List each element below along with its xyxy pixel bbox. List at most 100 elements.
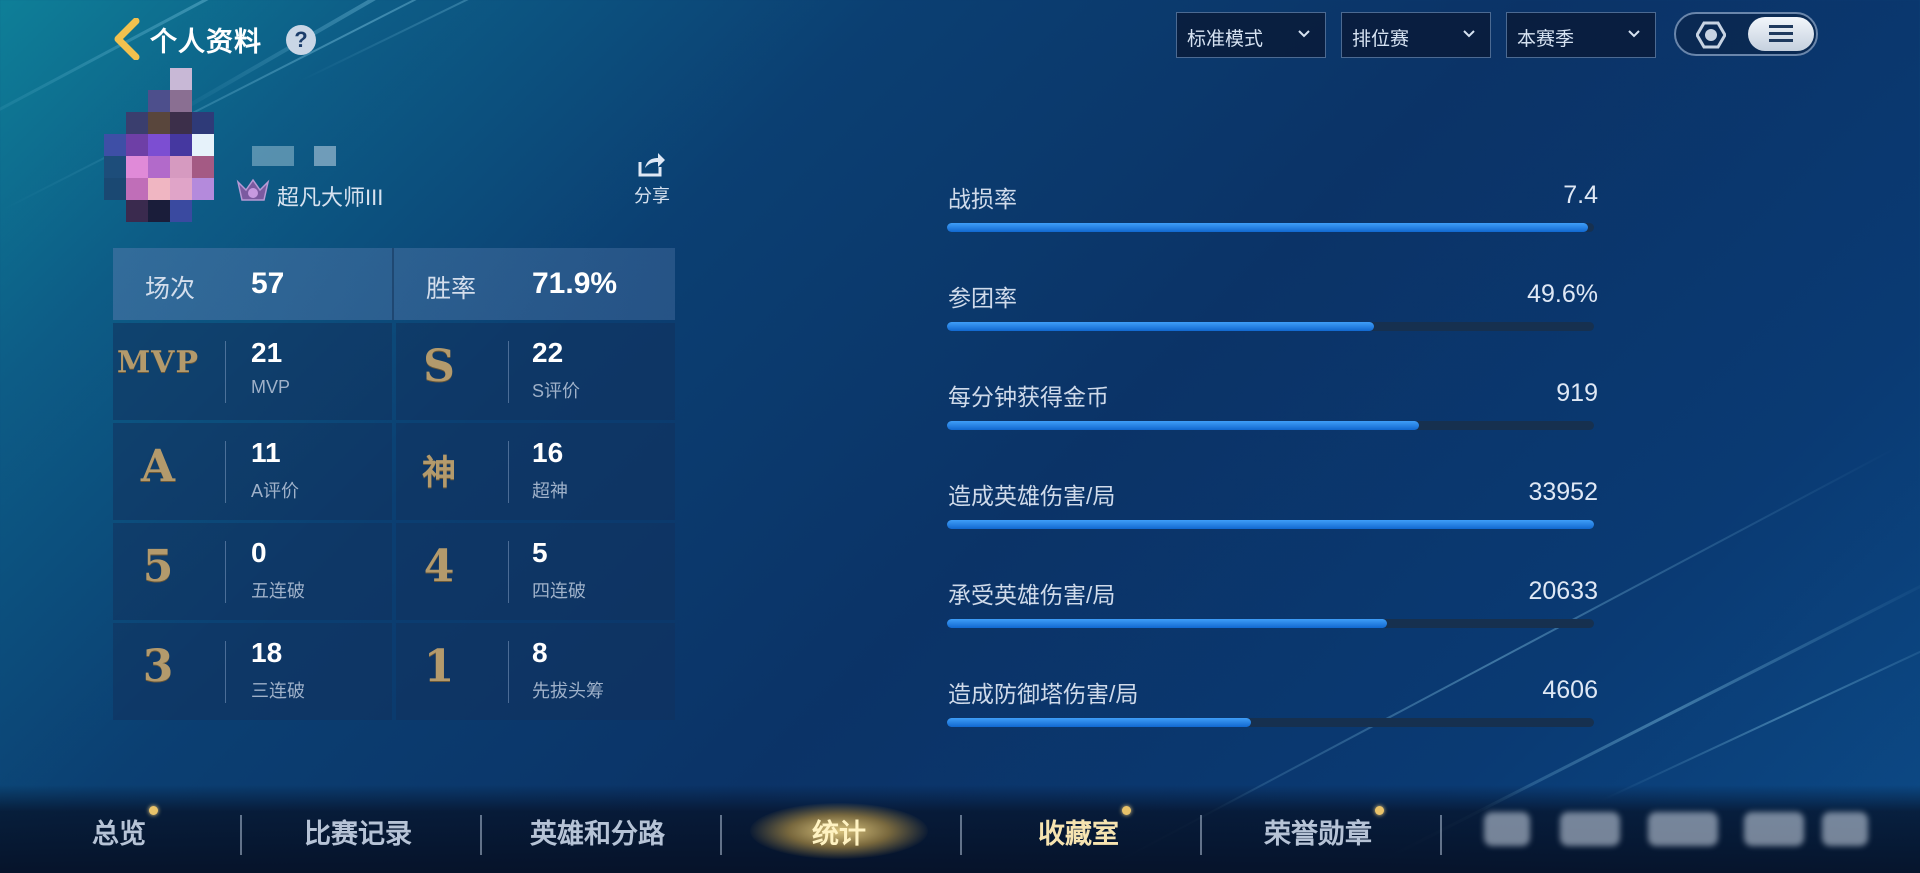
avatar[interactable] <box>104 68 236 232</box>
metric-value: 49.6% <box>1527 280 1598 308</box>
matches-label: 场次 <box>145 275 196 303</box>
rank-label: 超凡大师III <box>277 185 384 210</box>
metric-bar-fill <box>947 223 1588 232</box>
metric-label: 造成英雄伤害/局 <box>948 483 1116 509</box>
tab-heroes-lanes[interactable]: 英雄和分路 <box>530 812 665 851</box>
tab-label: 比赛记录 <box>304 819 412 849</box>
dropdown-label: 标准模式 <box>1187 29 1264 50</box>
stat-value: 22 <box>532 337 564 368</box>
hexagon-view-icon[interactable] <box>1695 21 1727 49</box>
dropdown-label: 本赛季 <box>1517 29 1575 50</box>
s-grade-badge-icon: S <box>423 341 455 392</box>
stat-cell-a: A 11 A评价 <box>113 423 392 520</box>
stat-label: 四连破 <box>532 581 586 601</box>
stat-label: 先拔头筹 <box>532 681 604 701</box>
stat-label: MVP <box>251 377 291 397</box>
penta-kill-badge-icon: 5 <box>142 541 174 592</box>
list-view-button[interactable] <box>1748 17 1814 51</box>
stat-value: 11 <box>251 437 281 468</box>
winrate-label: 胜率 <box>426 275 477 303</box>
tab-collection[interactable]: 收藏室 <box>1038 806 1131 851</box>
stat-cell-first-blood: 1 8 先拔头筹 <box>396 623 675 720</box>
share-icon <box>638 153 665 177</box>
back-button[interactable] <box>112 17 142 61</box>
share-label: 分享 <box>634 186 670 206</box>
view-toggle <box>1674 12 1818 56</box>
bg-light-streak <box>0 0 593 153</box>
bg-light-streak <box>300 0 769 82</box>
stat-label: 超神 <box>532 481 568 501</box>
stat-label: S评价 <box>532 381 581 401</box>
metric-bar <box>947 322 1594 331</box>
metric-bar-fill <box>947 421 1420 430</box>
bg-light-streak <box>1600 622 1920 802</box>
stat-value: 0 <box>251 537 267 568</box>
a-grade-badge-icon: A <box>140 441 176 492</box>
menu-list-icon <box>1769 25 1793 42</box>
metric-value: 33952 <box>1528 478 1598 506</box>
tab-label: 统计 <box>812 819 866 849</box>
first-blood-badge-icon: 1 <box>423 641 455 692</box>
tab-divider <box>960 815 962 855</box>
winrate-value: 71.9% <box>532 267 618 300</box>
stat-cell-mvp: MVP 21 MVP <box>113 323 392 420</box>
tab-divider <box>1440 815 1442 855</box>
tab-match-history[interactable]: 比赛记录 <box>304 812 412 851</box>
metric-label: 每分钟获得金币 <box>948 384 1109 410</box>
page-title: 个人资料 <box>150 27 262 57</box>
metric-bar-fill <box>947 718 1252 727</box>
bg-light-streak <box>160 0 682 124</box>
blurred-username <box>314 146 336 166</box>
tab-label: 荣誉勋章 <box>1264 819 1372 849</box>
metric-value: 919 <box>1556 379 1598 407</box>
rank-emblem-icon <box>236 178 270 206</box>
chevron-down-icon <box>1628 30 1640 38</box>
metric-bar <box>947 718 1594 727</box>
stat-cell-s: S 22 S评价 <box>396 323 675 420</box>
notification-dot <box>149 806 158 815</box>
notification-dot <box>1375 806 1384 815</box>
blurred-tab <box>1560 812 1620 846</box>
metric-label: 造成防御塔伤害/局 <box>948 681 1139 707</box>
stat-value: 16 <box>532 437 564 468</box>
metric-bar <box>947 223 1594 232</box>
tab-divider <box>240 815 242 855</box>
notification-dot <box>1122 806 1131 815</box>
tab-honor-badges[interactable]: 荣誉勋章 <box>1264 806 1384 851</box>
mode-filter-dropdown[interactable]: 标准模式 <box>1176 12 1326 58</box>
stat-value: 8 <box>532 637 548 668</box>
metric-value: 7.4 <box>1563 181 1598 209</box>
metric-value: 4606 <box>1542 676 1598 704</box>
tab-statistics[interactable]: 统计 <box>812 812 866 851</box>
summary-row: 场次 57 胜率 71.9% <box>113 248 675 320</box>
stat-value: 21 <box>251 337 283 368</box>
blurred-tab <box>1484 812 1530 846</box>
stats-grid: 场次 57 胜率 71.9% MVP 21 MVP S 22 S评价 A 11 … <box>113 248 675 720</box>
stat-label: 三连破 <box>251 681 305 701</box>
chevron-down-icon <box>1298 30 1310 38</box>
tab-divider <box>720 815 722 855</box>
metric-label: 战损率 <box>948 186 1017 212</box>
metric-bar-fill <box>947 520 1594 529</box>
stat-cell-quadra: 4 5 四连破 <box>396 523 675 620</box>
metric-value: 20633 <box>1528 577 1598 605</box>
triple-kill-badge-icon: 3 <box>142 641 174 692</box>
metric-bar-fill <box>947 322 1375 331</box>
tab-overview[interactable]: 总览 <box>92 806 158 851</box>
stat-label: 五连破 <box>251 581 305 601</box>
blurred-tab <box>1822 812 1868 846</box>
metric-label: 参团率 <box>948 285 1017 311</box>
legendary-badge-icon: 神 <box>422 453 456 493</box>
chevron-left-icon <box>114 17 140 61</box>
stat-value: 18 <box>251 637 283 668</box>
share-button[interactable]: 分享 <box>628 148 672 206</box>
season-dropdown[interactable]: 本赛季 <box>1506 12 1656 58</box>
quadra-kill-badge-icon: 4 <box>423 541 455 592</box>
chevron-down-icon <box>1463 30 1475 38</box>
mvp-badge-icon: MVP <box>116 345 200 380</box>
dropdown-label: 排位赛 <box>1352 29 1410 50</box>
tab-label: 总览 <box>92 819 146 849</box>
match-type-dropdown[interactable]: 排位赛 <box>1341 12 1491 58</box>
help-icon[interactable]: ? <box>286 25 316 55</box>
stat-cell-penta: 5 0 五连破 <box>113 523 392 620</box>
